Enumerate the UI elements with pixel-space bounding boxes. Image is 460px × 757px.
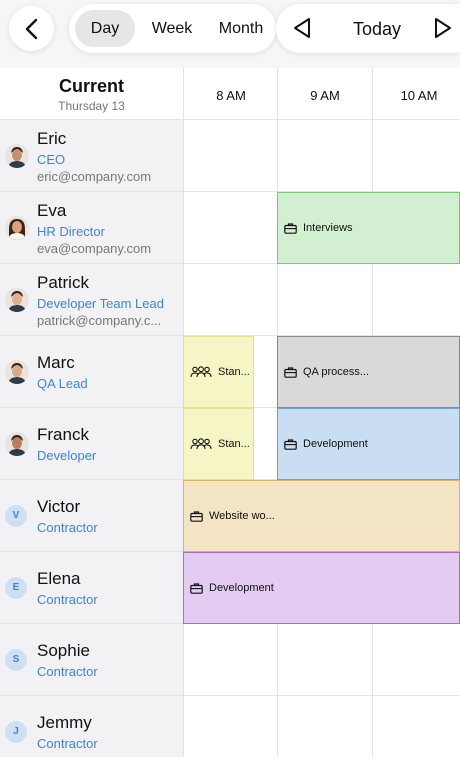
briefcase-icon (190, 582, 203, 594)
triangle-right-icon (435, 18, 451, 38)
event-block[interactable]: QA process... (277, 336, 460, 408)
view-day-tab[interactable]: Day (75, 10, 135, 47)
person-email: eric@company.com (37, 169, 152, 184)
event-label: Interviews (303, 222, 353, 234)
briefcase-icon (190, 510, 203, 522)
person-row[interactable]: J Jemmy Contractor (0, 696, 460, 757)
current-date: Thursday 13 (58, 99, 125, 113)
avatar (5, 360, 29, 384)
avatar (5, 216, 29, 240)
person-row[interactable]: S Sophie Contractor (0, 624, 460, 696)
person-name: Patrick (37, 273, 89, 292)
person-row[interactable]: Patrick Developer Team Lead patrick@compan… (0, 264, 460, 336)
briefcase-icon (284, 438, 297, 450)
event-block[interactable]: Development (183, 552, 460, 624)
event-block[interactable]: Development (277, 408, 460, 480)
avatar (5, 288, 29, 312)
group-icon (190, 366, 212, 378)
person-email: eva@company.com (37, 241, 152, 256)
person-name: Eric (37, 129, 67, 148)
toolbar: Day Week Month Today (0, 0, 460, 68)
person-info: E Elena Contractor (0, 552, 183, 623)
person-name: Elena (37, 569, 81, 588)
avatar-initial: S (5, 649, 27, 671)
person-role: Contractor (37, 736, 98, 751)
person-email: patrick@company.c... (37, 313, 162, 328)
person-row[interactable]: Eric CEO eric@company.com (0, 120, 460, 192)
event-block[interactable]: Stan... (183, 408, 254, 480)
person-role: Developer (37, 448, 97, 463)
avatar-initial: E (5, 577, 27, 599)
current-title: Current (58, 76, 124, 96)
person-role: QA Lead (37, 376, 88, 391)
group-icon (190, 438, 212, 450)
person-info: Patrick Developer Team Lead patrick@compan… (0, 264, 183, 335)
avatar (5, 144, 29, 168)
event-block[interactable]: Interviews (277, 192, 460, 264)
person-info: J Jemmy Contractor (0, 696, 183, 757)
briefcase-icon (284, 222, 297, 234)
view-switcher: Day Week Month (69, 4, 276, 53)
person-role: Developer Team Lead (37, 296, 164, 311)
person-role: CEO (37, 152, 66, 167)
hour-label: 9 AM (310, 88, 340, 103)
person-name: Marc (37, 353, 75, 372)
person-role: Contractor (37, 592, 98, 607)
person-info: S Sophie Contractor (0, 624, 183, 695)
previous-day-button[interactable] (290, 14, 314, 42)
briefcase-icon (284, 366, 297, 378)
event-label: Stan... (218, 438, 250, 450)
event-label: Development (209, 582, 274, 594)
triangle-left-icon (294, 18, 310, 38)
person-name: Jemmy (37, 713, 92, 732)
person-name: Franck (37, 425, 89, 444)
person-role: Contractor (37, 664, 98, 679)
view-week-tab[interactable]: Week (142, 10, 202, 47)
event-label: Website wo... (209, 510, 275, 522)
person-info: Eric CEO eric@company.com (0, 120, 183, 191)
person-info: Franck Developer (0, 408, 183, 479)
person-role: HR Director (37, 224, 105, 239)
person-info: Eva HR Director eva@company.com (0, 192, 183, 263)
avatar (5, 432, 29, 456)
person-name: Sophie (37, 641, 90, 660)
event-label: Stan... (218, 366, 250, 378)
back-button[interactable] (9, 6, 54, 51)
person-role: Contractor (37, 520, 98, 535)
timeline-header: Current Thursday 13 8 AM 9 AM 10 AM (0, 68, 460, 120)
person-info: Marc QA Lead (0, 336, 183, 407)
event-label: Development (303, 438, 368, 450)
person-info: V Victor Contractor (0, 480, 183, 551)
hour-label: 10 AM (400, 88, 438, 103)
avatar-initial: V (5, 505, 27, 527)
person-name: Victor (37, 497, 81, 516)
view-month-tab[interactable]: Month (209, 10, 273, 47)
next-day-button[interactable] (430, 14, 456, 42)
event-block[interactable]: Website wo... (183, 480, 460, 552)
today-button[interactable]: Today (345, 15, 409, 43)
chevron-left-icon (25, 18, 37, 39)
avatar-initial: J (5, 721, 27, 743)
event-block[interactable]: Stan... (183, 336, 254, 408)
person-name: Eva (37, 201, 67, 220)
hour-label: 8 AM (216, 88, 246, 103)
event-label: QA process... (303, 366, 370, 378)
